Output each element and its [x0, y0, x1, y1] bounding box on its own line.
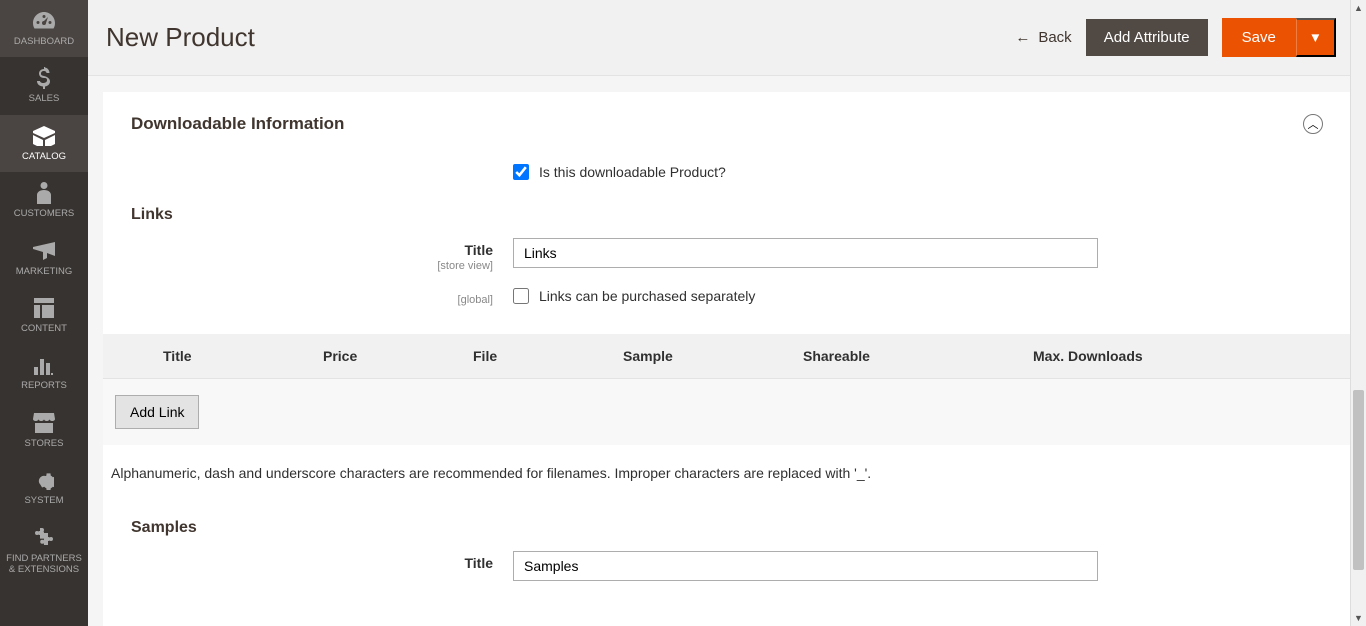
sidebar-item-label: Sales	[29, 93, 60, 104]
page-title: New Product	[106, 22, 255, 53]
person-icon	[37, 182, 51, 204]
vertical-scrollbar[interactable]: ▲ ▼	[1350, 0, 1366, 626]
samples-subsection-title: Samples	[103, 501, 1351, 543]
col-max-downloads: Max. Downloads	[1013, 348, 1293, 364]
sidebar-item-label: Find Partners & Extensions	[4, 553, 84, 576]
sidebar-item-marketing[interactable]: Marketing	[0, 230, 88, 287]
sidebar-item-label: System	[24, 495, 63, 506]
section-toggle-downloadable[interactable]: Downloadable Information ︿	[103, 92, 1351, 156]
is-downloadable-checkbox[interactable]	[513, 164, 529, 180]
dollar-icon	[37, 67, 51, 89]
sidebar-item-reports[interactable]: Reports	[0, 344, 88, 401]
col-shareable: Shareable	[783, 348, 1013, 364]
save-dropdown-toggle[interactable]: ▼	[1296, 18, 1336, 57]
is-downloadable-label: Is this downloadable Product?	[539, 164, 726, 180]
box-icon	[33, 125, 55, 147]
sidebar: Dashboard Sales Catalog Customers Market…	[0, 0, 88, 626]
add-attribute-button[interactable]: Add Attribute	[1086, 19, 1208, 56]
storefront-icon	[33, 412, 55, 434]
scroll-up-arrow-icon[interactable]: ▲	[1351, 0, 1366, 16]
links-title-input[interactable]	[513, 238, 1098, 268]
links-separately-checkbox-wrapper[interactable]: Links can be purchased separately	[513, 288, 1321, 304]
puzzle-icon	[34, 527, 54, 549]
content: Downloadable Information ︿ Is this downl…	[103, 92, 1351, 626]
links-title-row: Title [store view]	[103, 230, 1351, 280]
col-price: Price	[303, 348, 453, 364]
save-button[interactable]: Save	[1222, 18, 1296, 57]
col-sample: Sample	[603, 348, 783, 364]
links-table: Title Price File Sample Shareable Max. D…	[103, 334, 1351, 445]
filename-helper-text: Alphanumeric, dash and underscore charac…	[103, 445, 1351, 501]
scroll-down-arrow-icon[interactable]: ▼	[1351, 610, 1366, 626]
scrollbar-thumb[interactable]	[1353, 390, 1364, 570]
page-header: New Product ← Back Add Attribute Save ▼	[88, 0, 1366, 76]
links-table-header: Title Price File Sample Shareable Max. D…	[103, 334, 1351, 379]
sidebar-item-catalog[interactable]: Catalog	[0, 115, 88, 172]
links-separately-row: [global] Links can be purchased separate…	[103, 280, 1351, 314]
col-title: Title	[103, 348, 303, 364]
sidebar-item-content[interactable]: Content	[0, 287, 88, 344]
links-title-label: Title	[464, 242, 493, 258]
save-split-button: Save ▼	[1222, 18, 1336, 57]
is-downloadable-row: Is this downloadable Product?	[103, 156, 1351, 188]
chevron-up-icon: ︿	[1303, 114, 1323, 134]
arrow-left-icon: ←	[1015, 29, 1030, 46]
bars-icon	[34, 354, 54, 376]
links-separately-checkbox[interactable]	[513, 288, 529, 304]
back-button[interactable]: ← Back	[1015, 29, 1071, 46]
sidebar-item-system[interactable]: System	[0, 459, 88, 516]
sidebar-item-dashboard[interactable]: Dashboard	[0, 0, 88, 57]
samples-title-label: Title	[464, 555, 493, 571]
caret-down-icon: ▼	[1309, 30, 1322, 45]
sidebar-item-partners[interactable]: Find Partners & Extensions	[0, 517, 88, 586]
samples-title-row: Title	[103, 543, 1351, 589]
header-actions: ← Back Add Attribute Save ▼	[1015, 18, 1336, 57]
sidebar-item-stores[interactable]: Stores	[0, 402, 88, 459]
links-subsection-title: Links	[103, 188, 1351, 230]
layout-icon	[34, 297, 54, 319]
add-link-button[interactable]: Add Link	[115, 395, 199, 429]
sidebar-item-label: Dashboard	[14, 36, 74, 47]
sidebar-item-customers[interactable]: Customers	[0, 172, 88, 229]
links-title-scope: [store view]	[103, 260, 493, 272]
sidebar-item-label: Marketing	[16, 266, 72, 277]
links-separately-label: Links can be purchased separately	[539, 288, 755, 304]
section-title: Downloadable Information	[131, 114, 344, 134]
main: New Product ← Back Add Attribute Save ▼ …	[88, 0, 1366, 626]
is-downloadable-checkbox-wrapper[interactable]: Is this downloadable Product?	[513, 164, 1321, 180]
sidebar-item-label: Stores	[25, 438, 64, 449]
links-table-body: Add Link	[103, 379, 1351, 445]
sidebar-item-label: Content	[21, 323, 67, 334]
samples-title-input[interactable]	[513, 551, 1098, 581]
links-separately-scope: [global]	[103, 294, 493, 306]
back-label: Back	[1038, 29, 1071, 46]
col-file: File	[453, 348, 603, 364]
sidebar-item-label: Customers	[14, 208, 75, 219]
sidebar-item-label: Catalog	[22, 151, 66, 162]
gear-icon	[34, 469, 54, 491]
gauge-icon	[33, 10, 55, 32]
megaphone-icon	[33, 240, 55, 262]
sidebar-item-sales[interactable]: Sales	[0, 57, 88, 114]
sidebar-item-label: Reports	[21, 380, 67, 391]
